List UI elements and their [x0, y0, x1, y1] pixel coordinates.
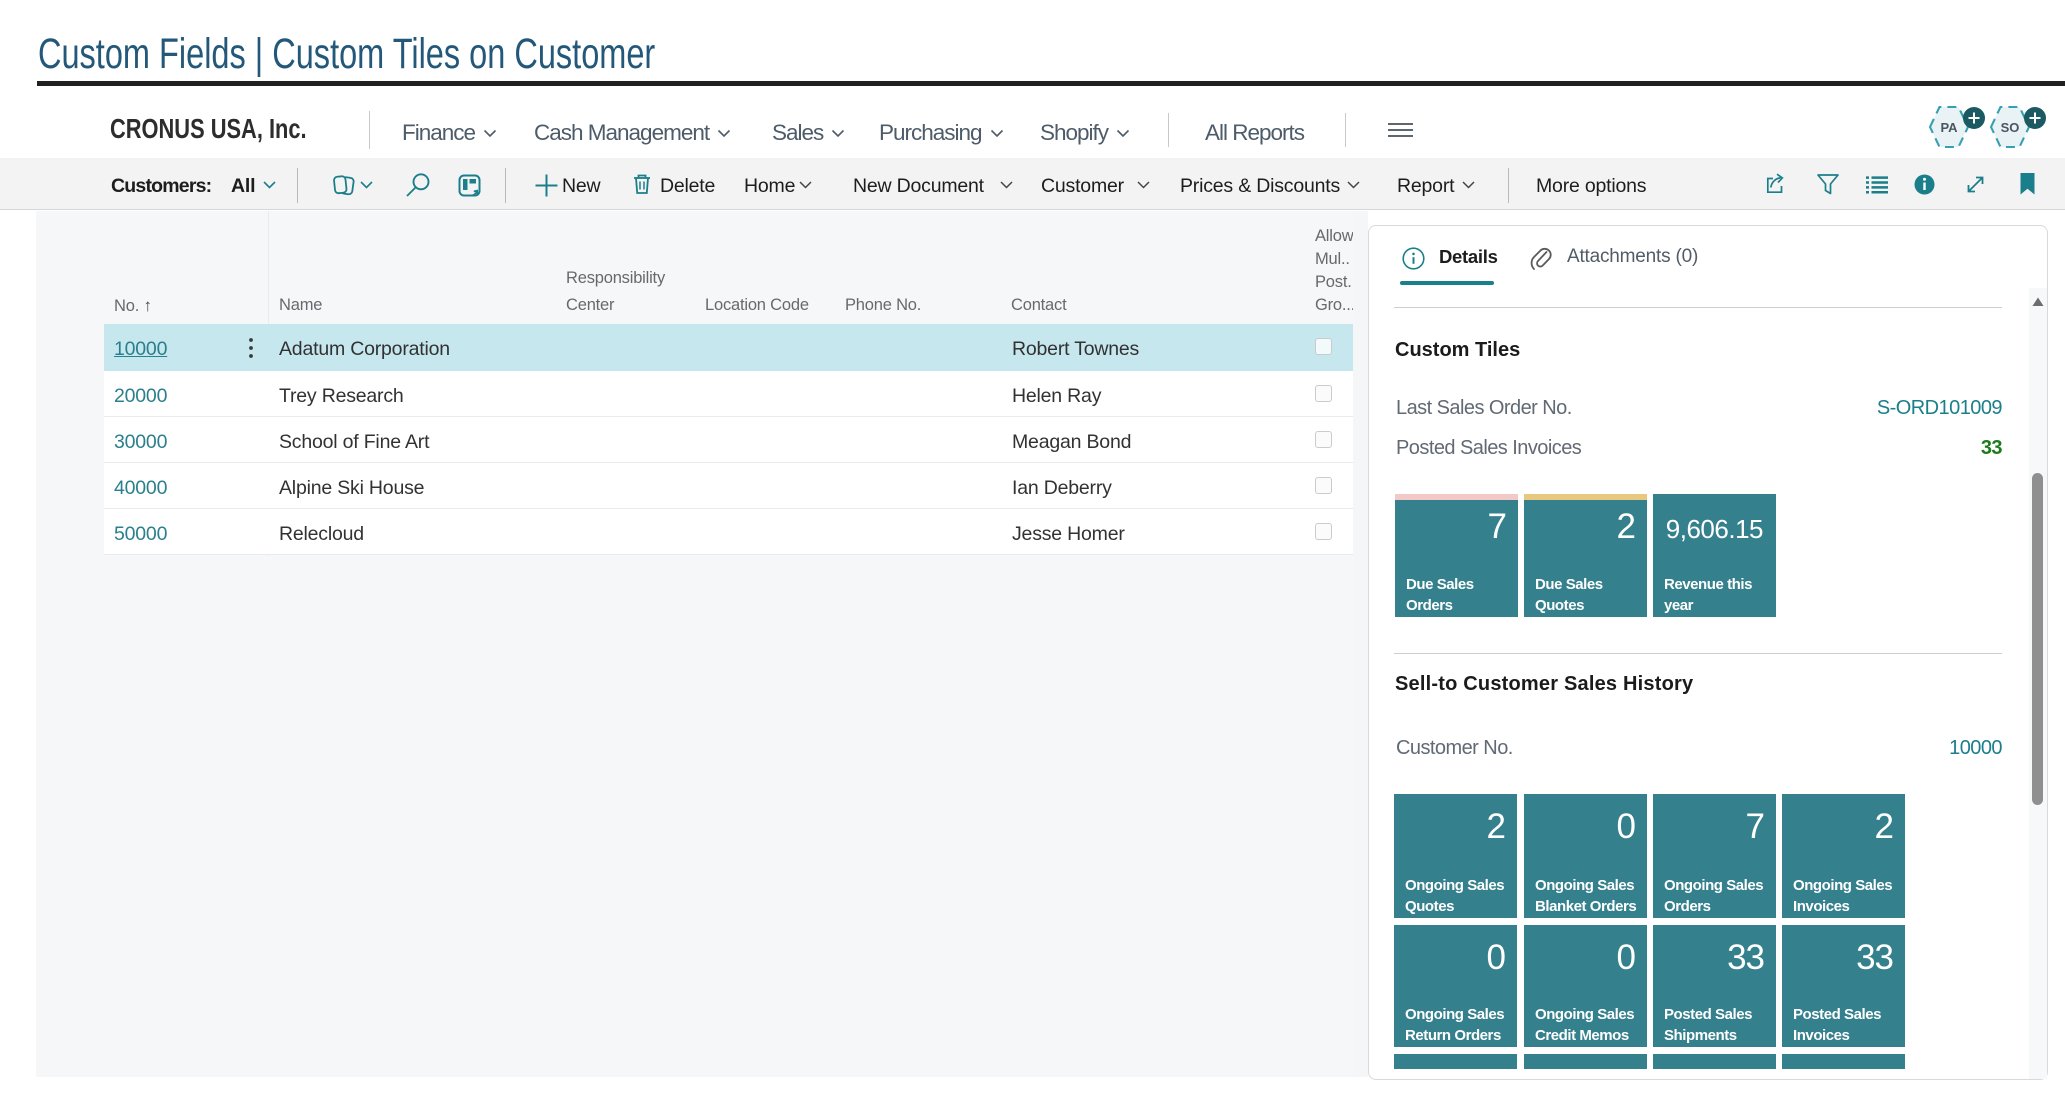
svg-text:PA: PA: [1940, 120, 1958, 135]
svg-text:SO: SO: [2001, 120, 2020, 135]
